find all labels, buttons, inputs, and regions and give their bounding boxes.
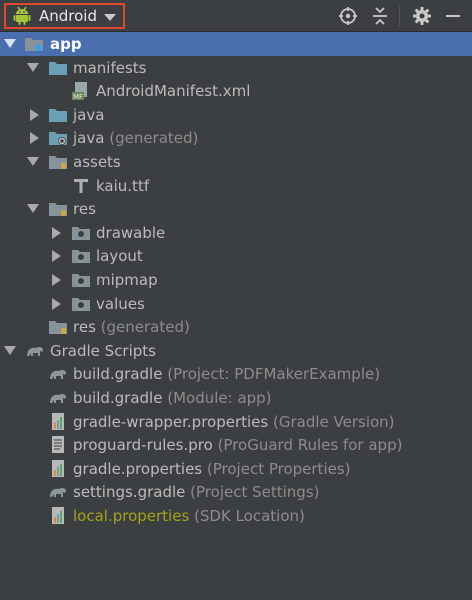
tree-node-label: local.properties [73,506,190,525]
folder-icon [71,246,91,266]
collapse-arrow-icon[interactable] [52,250,61,263]
expand-arrow-icon[interactable] [4,345,16,355]
tree-node-app[interactable]: app [0,32,472,56]
tree-node-hint: (Project Settings) [190,483,320,502]
collapse-arrow-icon[interactable] [30,108,39,121]
tree-node-hint: (Gradle Version) [273,412,395,431]
expand-arrow-icon[interactable] [27,156,39,166]
settings-button[interactable] [411,5,433,27]
generated-folder-icon [48,128,68,148]
tree-node-label: java [73,129,105,148]
tree-node-assets[interactable]: assets [0,150,472,174]
resource-folder-icon [48,199,68,219]
project-toolbar: Android [0,0,472,32]
properties-file-icon [48,506,68,526]
tree-node-label: build.gradle [73,388,163,407]
tree-node-settings-gradle[interactable]: settings.gradle (Project Settings) [0,480,472,504]
folder-icon [71,294,91,314]
hide-panel-button[interactable] [442,5,464,27]
chevron-down-icon [104,14,116,21]
tree-node-layout[interactable]: layout [0,244,472,268]
tree-node-label: mipmap [96,270,158,289]
folder-icon [48,105,68,125]
folder-icon [71,223,91,243]
tree-node-hint: (SDK Location) [194,506,305,525]
gradle-icon [48,364,68,384]
expand-arrow-icon[interactable] [27,204,39,214]
collapse-arrow-icon[interactable] [30,132,39,145]
collapse-all-button[interactable] [369,5,391,27]
tree-node-gradle-wrapper-properties[interactable]: gradle-wrapper.properties (Gradle Versio… [0,410,472,434]
expand-arrow-icon[interactable] [27,62,39,72]
tree-node-label: Gradle Scripts [50,341,156,360]
tree-node-androidmanifest[interactable]: MF AndroidManifest.xml [0,79,472,103]
tree-node-drawable[interactable]: drawable [0,221,472,245]
tree-node-gradle-properties[interactable]: gradle.properties (Project Properties) [0,457,472,481]
tree-node-label: drawable [96,223,166,242]
tree-node-build-gradle-module[interactable]: build.gradle (Module: app) [0,386,472,410]
collapse-arrow-icon[interactable] [52,226,61,239]
tree-node-res-generated[interactable]: res (generated) [0,315,472,339]
manifest-file-icon: MF [71,81,91,101]
folder-icon [48,58,68,78]
expand-arrow-icon[interactable] [4,39,16,48]
tree-node-res[interactable]: res [0,197,472,221]
resource-folder-icon [48,317,68,337]
collapse-all-icon [373,7,387,25]
tree-node-java[interactable]: java [0,103,472,127]
properties-file-icon [48,412,68,432]
resource-folder-icon [48,152,68,172]
gradle-icon [25,341,45,361]
view-mode-dropdown[interactable]: Android [4,3,125,29]
tree-node-kaiu-ttf[interactable]: kaiu.ttf [0,174,472,198]
tree-node-label: settings.gradle [73,483,186,502]
tree-node-hint: (Project: PDFMakerExample) [167,365,381,384]
tree-node-hint: (generated) [109,129,199,148]
view-mode-label: Android [39,7,97,25]
tree-node-hint: (Module: app) [167,388,272,407]
tree-node-label: gradle-wrapper.properties [73,412,269,431]
svg-text:MF: MF [73,93,83,101]
android-icon [13,6,31,26]
collapse-arrow-icon[interactable] [52,297,61,310]
tree-node-label: AndroidManifest.xml [96,82,251,101]
target-icon [339,7,357,25]
tree-node-hint: (generated) [100,318,190,337]
tree-node-label: manifests [73,58,147,77]
gear-icon [413,7,431,25]
tree-node-hint: (ProGuard Rules for app) [217,436,403,455]
collapse-arrow-icon[interactable] [52,273,61,286]
gradle-icon [48,482,68,502]
gradle-icon [48,388,68,408]
tree-node-gradle-scripts[interactable]: Gradle Scripts [0,339,472,363]
font-file-icon [71,176,91,196]
toolbar-divider [399,6,400,26]
scroll-from-source-button[interactable] [337,5,359,27]
tree-node-proguard-rules[interactable]: proguard-rules.pro (ProGuard Rules for a… [0,433,472,457]
tree-node-label: values [96,294,145,313]
tree-node-local-properties[interactable]: local.properties (SDK Location) [0,504,472,528]
tree-node-java-generated[interactable]: java (generated) [0,126,472,150]
properties-file-icon [48,459,68,479]
text-file-icon [48,435,68,455]
tree-node-label: build.gradle [73,365,163,384]
tree-node-label: res [73,318,96,337]
tree-node-label: res [73,200,96,219]
tree-node-label: java [73,105,105,124]
tree-node-label: app [50,35,82,53]
tree-node-manifests[interactable]: manifests [0,56,472,80]
tree-node-hint: (Project Properties) [206,459,351,478]
tree-node-label: layout [96,247,143,266]
folder-icon [71,270,91,290]
tree-node-label: proguard-rules.pro [73,436,213,455]
tree-node-mipmap[interactable]: mipmap [0,268,472,292]
tree-node-label: assets [73,152,121,171]
tree-node-label: gradle.properties [73,459,203,478]
project-tree: app manifests MF AndroidManifest.xml jav… [0,32,472,527]
tree-node-values[interactable]: values [0,292,472,316]
tree-node-build-gradle-project[interactable]: build.gradle (Project: PDFMakerExample) [0,362,472,386]
module-folder-icon [24,34,44,54]
tree-node-label: kaiu.ttf [96,176,150,195]
minimize-icon [446,15,460,17]
